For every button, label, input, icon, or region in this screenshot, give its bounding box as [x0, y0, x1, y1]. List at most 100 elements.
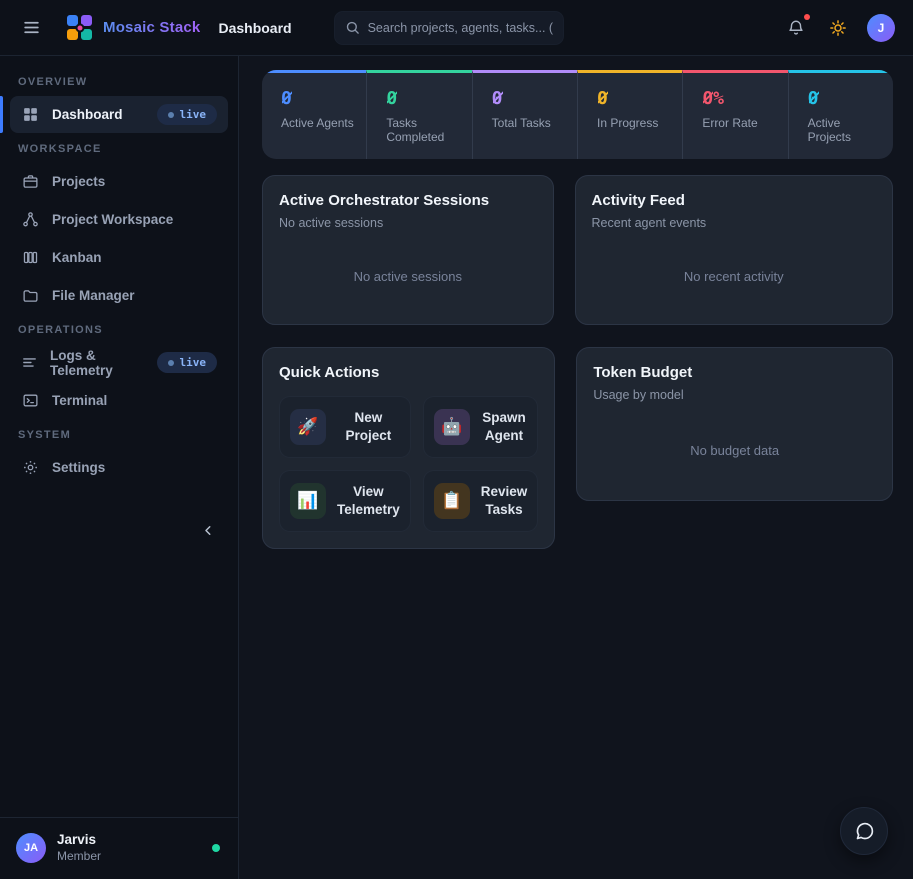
sidebar-item-settings[interactable]: Settings — [10, 449, 228, 486]
sidebar-collapse-button[interactable] — [201, 523, 216, 538]
bell-icon — [787, 19, 805, 37]
folder-icon — [21, 287, 40, 304]
card-subtitle: Usage by model — [593, 388, 876, 402]
live-badge: live — [157, 104, 218, 125]
nodes-icon — [21, 211, 40, 228]
stat-value: 0 — [281, 88, 292, 109]
bar-chart-icon: 📊 — [290, 483, 326, 519]
section-title-operations: OPERATIONS — [18, 324, 220, 336]
view-telemetry-button[interactable]: 📊 View Telemetry — [279, 470, 411, 532]
stat-total-tasks: 0 Total Tasks — [472, 70, 577, 159]
sun-icon — [829, 19, 847, 37]
stat-label: Error Rate — [702, 116, 779, 130]
notification-dot — [804, 14, 810, 20]
live-dot-icon — [168, 360, 174, 366]
sidebar-item-dashboard[interactable]: Dashboard live — [10, 96, 228, 133]
logo-center-dot — [76, 23, 85, 32]
cards-row-1: Active Orchestrator Sessions No active s… — [262, 175, 893, 325]
empty-state-text: No active sessions — [354, 255, 462, 284]
sidebar-item-label: Projects — [52, 174, 105, 189]
hamburger-icon — [22, 18, 41, 37]
online-status-dot — [212, 844, 220, 852]
sidebar-item-label: File Manager — [52, 288, 135, 303]
main-content: 0 Active Agents 0 Tasks Completed 0 Tota… — [240, 56, 913, 879]
stats-row: 0 Active Agents 0 Tasks Completed 0 Tota… — [262, 70, 893, 159]
review-tasks-button[interactable]: 📋 Review Tasks — [423, 470, 539, 532]
token-budget-card: Token Budget Usage by model No budget da… — [576, 347, 893, 501]
terminal-icon — [21, 392, 40, 409]
empty-state-text: No recent activity — [684, 255, 784, 284]
stat-value: 0 — [386, 88, 397, 109]
list-lines-icon — [21, 354, 38, 371]
stat-value: 0 — [492, 88, 503, 109]
stat-value: 0 — [702, 88, 713, 109]
mosaic-logo — [67, 15, 93, 41]
topbar-actions: J — [783, 14, 895, 42]
sidebar-item-label: Terminal — [52, 393, 107, 408]
briefcase-icon — [21, 173, 40, 190]
stat-value: 0 — [808, 88, 819, 109]
card-title: Active Orchestrator Sessions — [279, 192, 537, 209]
section-title-system: SYSTEM — [18, 429, 220, 441]
card-title: Token Budget — [593, 364, 876, 381]
sidebar-item-logs-telemetry[interactable]: Logs & Telemetry live — [10, 344, 228, 381]
search-icon — [345, 20, 360, 35]
sidebar-item-projects[interactable]: Projects — [10, 163, 228, 200]
stat-label: Active Projects — [808, 116, 885, 144]
new-project-button[interactable]: 🚀 New Project — [279, 396, 411, 458]
empty-state-text: No budget data — [690, 429, 779, 458]
search-input[interactable] — [368, 21, 553, 35]
rocket-icon: 🚀 — [290, 409, 326, 445]
stat-active-projects: 0 Active Projects — [788, 70, 893, 159]
page-title: Dashboard — [218, 20, 291, 36]
quick-actions-card: Quick Actions 🚀 New Project 🤖 Spawn Agen… — [262, 347, 555, 549]
stat-error-rate: 0% Error Rate — [682, 70, 787, 159]
brand-title: Mosaic Stack — [103, 19, 200, 36]
sidebar-item-label: Project Workspace — [52, 212, 173, 227]
chat-bubble-icon — [854, 821, 875, 842]
live-dot-icon — [168, 112, 174, 118]
stat-label: Active Agents — [281, 116, 358, 130]
card-title: Activity Feed — [592, 192, 876, 209]
robot-icon: 🤖 — [434, 409, 470, 445]
theme-toggle-button[interactable] — [825, 15, 851, 41]
section-title-workspace: WORKSPACE — [18, 143, 220, 155]
section-title-overview: OVERVIEW — [18, 76, 220, 88]
stat-in-progress: 0 In Progress — [577, 70, 682, 159]
user-initials-avatar: JA — [16, 833, 46, 863]
user-name: Jarvis — [57, 832, 101, 847]
active-sessions-card: Active Orchestrator Sessions No active s… — [262, 175, 554, 325]
stat-label: Total Tasks — [492, 116, 569, 130]
sidebar-item-project-workspace[interactable]: Project Workspace — [10, 201, 228, 238]
sidebar-user[interactable]: JA Jarvis Member — [0, 817, 238, 879]
global-search[interactable] — [334, 11, 564, 45]
stat-label: In Progress — [597, 116, 674, 130]
chevron-left-icon — [201, 523, 216, 538]
stat-value: 0 — [597, 88, 608, 109]
sidebar-item-kanban[interactable]: Kanban — [10, 239, 228, 276]
stat-tasks-completed: 0 Tasks Completed — [366, 70, 471, 159]
notifications-button[interactable] — [783, 15, 809, 41]
sidebar-item-file-manager[interactable]: File Manager — [10, 277, 228, 314]
card-title: Quick Actions — [279, 364, 538, 381]
cards-row-2: Quick Actions 🚀 New Project 🤖 Spawn Agen… — [262, 347, 893, 549]
card-subtitle: No active sessions — [279, 216, 537, 230]
sidebar-item-label: Kanban — [52, 250, 102, 265]
top-bar: Mosaic Stack Dashboard J — [0, 0, 913, 56]
sidebar-item-label: Logs & Telemetry — [50, 348, 145, 378]
clipboard-icon: 📋 — [434, 483, 470, 519]
grid-icon — [21, 106, 40, 123]
sidebar-item-label: Settings — [52, 460, 105, 475]
sidebar-item-label: Dashboard — [52, 107, 123, 122]
stat-active-agents: 0 Active Agents — [262, 70, 366, 159]
live-badge: live — [157, 352, 218, 373]
spawn-agent-button[interactable]: 🤖 Spawn Agent — [423, 396, 539, 458]
card-subtitle: Recent agent events — [592, 216, 876, 230]
user-role: Member — [57, 849, 101, 863]
kanban-icon — [21, 249, 40, 266]
user-avatar-button[interactable]: J — [867, 14, 895, 42]
sidebar-nav: OVERVIEW Dashboard live WORKSPACE Projec… — [0, 56, 238, 487]
sidebar-item-terminal[interactable]: Terminal — [10, 382, 228, 419]
chat-fab-button[interactable] — [840, 807, 888, 855]
hamburger-menu-button[interactable] — [18, 14, 45, 41]
